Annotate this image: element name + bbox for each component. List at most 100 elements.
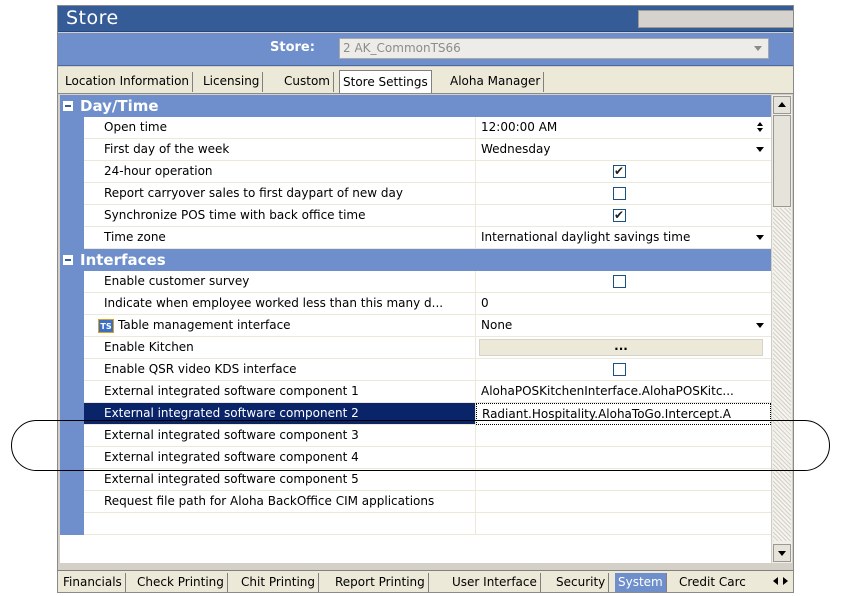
property-name: Synchronize POS time with back office ti…	[84, 205, 476, 227]
tab-security[interactable]: Security	[553, 573, 610, 592]
tab-user-interface[interactable]: User Interface	[449, 573, 541, 592]
property-row-partial[interactable]	[60, 513, 771, 535]
property-name: Enable customer survey	[84, 271, 476, 293]
tab-licensing[interactable]: Licensing	[200, 72, 264, 92]
tab-aloha-manager[interactable]: Aloha Manager	[447, 72, 545, 92]
property-name: Time zone	[84, 227, 476, 249]
first-day-dropdown[interactable]: Wednesday	[476, 139, 771, 161]
property-name: First day of the week	[84, 139, 476, 161]
scroll-down-icon[interactable]	[773, 544, 791, 562]
property-value-input[interactable]: Radiant.Hospitality.AlohaToGo.Intercept.…	[476, 403, 771, 425]
tab-custom[interactable]: Custom	[281, 72, 334, 92]
bottom-tab-strip: Financials Check Printing Chit Printing …	[58, 570, 793, 592]
store-dropdown[interactable]: 2 AK_CommonTS66	[339, 38, 769, 59]
tab-scroll-right-icon[interactable]	[783, 577, 788, 585]
property-value[interactable]	[476, 425, 771, 447]
ts-icon: TS	[98, 318, 114, 333]
property-value[interactable]	[476, 491, 771, 513]
category-label: Day/Time	[80, 97, 159, 115]
sync-pos-time-checkbox[interactable]: ✔	[613, 208, 626, 222]
property-row[interactable]: External integrated software component 3	[60, 425, 771, 447]
scrollbar-thumb[interactable]	[773, 115, 791, 207]
property-row[interactable]: TS Table management interface None	[60, 315, 771, 337]
property-row[interactable]: Time zone International daylight savings…	[60, 227, 771, 249]
24-hour-operation-checkbox[interactable]: ✔	[613, 164, 626, 178]
tab-chit-printing[interactable]: Chit Printing	[238, 573, 319, 592]
store-label: Store:	[270, 40, 315, 55]
tab-system[interactable]: System	[615, 573, 667, 592]
property-value[interactable]	[476, 469, 771, 491]
vertical-scrollbar[interactable]	[771, 95, 792, 563]
property-name: External integrated software component 4	[84, 447, 476, 469]
report-carryover-checkbox[interactable]	[613, 187, 626, 200]
property-name: Open time	[84, 117, 476, 139]
checkmark-icon: ✔	[614, 164, 625, 178]
property-row[interactable]: Enable customer survey	[60, 271, 771, 293]
tab-check-printing[interactable]: Check Printing	[134, 573, 228, 592]
chevron-down-icon	[754, 46, 762, 51]
property-grid: Day/Time Open time 12:00:00 AM First day…	[60, 95, 771, 563]
property-row[interactable]: Indicate when employee worked less than …	[60, 293, 771, 315]
property-value: None	[481, 318, 513, 332]
property-name: Request file path for Aloha BackOffice C…	[84, 491, 476, 513]
open-time-spinner[interactable]: 12:00:00 AM	[476, 117, 771, 139]
scrollbar-track[interactable]	[773, 208, 791, 541]
property-name: External integrated software component 5	[84, 469, 476, 491]
chevron-down-icon[interactable]	[756, 323, 764, 328]
tab-store-settings[interactable]: Store Settings	[339, 70, 432, 93]
property-name: External integrated software component 2	[84, 403, 476, 425]
property-name: Enable Kitchen	[84, 337, 476, 359]
property-value: International daylight savings time	[481, 230, 691, 244]
property-row[interactable]: External integrated software component 5	[60, 469, 771, 491]
collapse-icon[interactable]	[63, 101, 73, 111]
property-name: Indicate when employee worked less than …	[84, 293, 476, 315]
property-value[interactable]: AlohaPOSKitchenInterface.AlohaPOSKitc...	[476, 381, 771, 403]
property-name: Report carryover sales to first daypart …	[84, 183, 476, 205]
tab-credit-card[interactable]: Credit Carc	[676, 573, 749, 592]
tab-report-printing[interactable]: Report Printing	[332, 573, 429, 592]
table-management-dropdown[interactable]: None	[476, 315, 771, 337]
property-value: 12:00:00 AM	[481, 120, 558, 134]
property-row[interactable]: External integrated software component 1…	[60, 381, 771, 403]
customer-survey-checkbox[interactable]	[613, 275, 626, 288]
chevron-down-icon[interactable]	[756, 147, 764, 152]
property-name: External integrated software component 1	[84, 381, 476, 403]
time-zone-dropdown[interactable]: International daylight savings time	[476, 227, 771, 249]
collapse-icon[interactable]	[63, 255, 73, 265]
property-row[interactable]: 24-hour operation ✔	[60, 161, 771, 183]
store-dropdown-value: 2 AK_CommonTS66	[343, 41, 461, 55]
property-name: Enable QSR video KDS interface	[84, 359, 476, 381]
property-value: Wednesday	[481, 142, 551, 156]
tab-financials[interactable]: Financials	[60, 573, 126, 592]
spin-down-icon[interactable]	[757, 128, 763, 132]
property-value[interactable]: 0	[476, 293, 771, 315]
property-row[interactable]: External integrated software component 4	[60, 447, 771, 469]
property-row[interactable]: Open time 12:00:00 AM	[60, 117, 771, 139]
property-name: External integrated software component 3	[84, 425, 476, 447]
property-row[interactable]: Report carryover sales to first daypart …	[60, 183, 771, 205]
title-bar: Store	[58, 6, 793, 32]
enable-kitchen-ellipsis-button[interactable]: ...	[479, 339, 763, 356]
spin-up-icon[interactable]	[757, 122, 763, 126]
qsr-video-kds-checkbox[interactable]	[613, 363, 626, 376]
tab-location-information[interactable]: Location Information	[62, 72, 194, 92]
category-interfaces[interactable]: Interfaces	[60, 249, 771, 271]
property-row[interactable]: Enable Kitchen ...	[60, 337, 771, 359]
property-row[interactable]: Synchronize POS time with back office ti…	[60, 205, 771, 227]
property-value[interactable]	[476, 447, 771, 469]
property-row[interactable]: Request file path for Aloha BackOffice C…	[60, 491, 771, 513]
chevron-down-icon[interactable]	[756, 235, 764, 240]
top-tab-strip: Location Information Licensing Custom St…	[58, 67, 793, 94]
property-row[interactable]: Enable QSR video KDS interface	[60, 359, 771, 381]
category-day-time[interactable]: Day/Time	[60, 95, 771, 117]
store-properties-panel: Store Store: 2 AK_CommonTS66 Location In…	[57, 5, 794, 593]
window-title: Store	[66, 7, 119, 29]
property-row[interactable]: First day of the week Wednesday	[60, 139, 771, 161]
category-label: Interfaces	[80, 251, 166, 269]
scroll-up-icon[interactable]	[773, 96, 791, 114]
property-row-selected[interactable]: External integrated software component 2…	[60, 403, 771, 425]
property-name: TS Table management interface	[84, 315, 476, 337]
tab-scroll-left-icon[interactable]	[773, 577, 778, 585]
title-search-field[interactable]	[638, 10, 793, 28]
checkmark-icon: ✔	[614, 208, 625, 222]
